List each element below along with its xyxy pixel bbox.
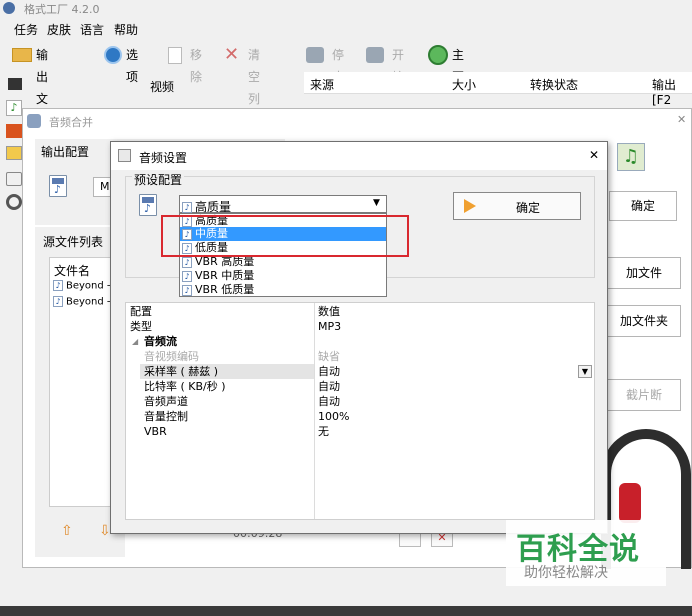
clear-x-icon: ✕: [224, 44, 240, 65]
task-list-header: 来源 大小 转换状态 输出 [F2: [304, 72, 692, 107]
rom-device-icon[interactable]: [6, 172, 22, 186]
menu-bar: 任务 皮肤 语言 帮助: [0, 18, 692, 38]
merge-window-icon: [27, 114, 41, 128]
settings-dialog-icon: [118, 149, 131, 162]
dialog-title: 音频设置: [139, 151, 188, 165]
app-logo-icon: [3, 2, 15, 14]
grid-section-row[interactable]: ◢ 音频流: [126, 334, 596, 349]
folder-icon: [12, 48, 32, 62]
picture-icon[interactable]: [6, 124, 22, 138]
menu-task[interactable]: 任务: [14, 21, 38, 38]
col-output[interactable]: 输出 [F2: [652, 76, 692, 107]
clip-button[interactable]: 截片断: [607, 379, 681, 411]
grid-row-selected[interactable]: 采样率 ( 赫兹 ) 自动 ▼: [126, 364, 596, 379]
stop-icon: [306, 47, 324, 63]
nav-video[interactable]: 视频: [150, 78, 174, 95]
home-globe-icon: [428, 45, 448, 65]
left-nav: 视频: [0, 72, 304, 102]
taskbar: [0, 606, 692, 616]
merge-close-icon[interactable]: ✕: [677, 113, 686, 126]
merge-window-title: 音频合并: [49, 116, 93, 129]
title-bar: 格式工厂 4.2.0: [0, 0, 692, 16]
options-gear-icon: [104, 46, 122, 64]
col-size[interactable]: 大小: [452, 76, 476, 93]
mp3-file-icon: [49, 175, 67, 197]
add-file-button[interactable]: 加文件: [607, 257, 681, 289]
chevron-down-icon[interactable]: ▼: [373, 198, 380, 208]
menu-language[interactable]: 语言: [80, 21, 104, 38]
watermark: 百科全说 助你轻松解决: [506, 520, 666, 586]
dropdown-option[interactable]: ♪ VBR 高质量: [180, 255, 386, 269]
merge-ok-button[interactable]: 确定: [609, 191, 677, 221]
grid-row[interactable]: 比特率 ( KB/秒 ) 自动: [126, 379, 596, 394]
annotation-highlight-box: [161, 215, 409, 257]
grid-header: 配置 数值: [130, 305, 340, 318]
dialog-close-icon[interactable]: ✕: [589, 148, 599, 162]
headphones-earpiece-icon: [619, 483, 641, 523]
window-title: 格式工厂 4.2.0: [24, 3, 100, 16]
audio-settings-dialog: 音频设置 ✕ 预设配置 ♪高质量 ▼ ♪高质量 ♪中质量 ♪低质量 ♪VBR 高…: [110, 141, 608, 534]
dialog-ok-button[interactable]: 确定: [453, 192, 581, 220]
audio-file-icon: ♪: [53, 296, 63, 307]
col-source[interactable]: 来源: [310, 76, 334, 93]
document-icon: [168, 47, 182, 64]
row-dropdown-icon[interactable]: ▼: [578, 365, 592, 378]
dropdown-option[interactable]: ♪ VBR 低质量: [180, 283, 386, 297]
arrow-right-icon: [464, 199, 476, 213]
property-grid: 配置 数值 类型 MP3 ◢ 音频流 音视频编码 缺省 采样率 ( 赫兹 ) 自动 ▼ 比特…: [125, 302, 595, 520]
audio-file-icon: ♪: [53, 280, 63, 291]
move-up-icon[interactable]: ⇧: [61, 523, 73, 539]
document-category-icon[interactable]: [6, 146, 22, 160]
audio-note-icon: ♪: [182, 270, 192, 282]
watermark-subtitle: 助你轻松解决: [524, 565, 608, 581]
output-config-label: 输出配置: [41, 145, 90, 159]
start-icon: [366, 47, 384, 63]
source-list-label: 源文件列表: [43, 235, 104, 249]
music-icon[interactable]: ♪: [6, 100, 22, 116]
menu-skin[interactable]: 皮肤: [47, 21, 71, 38]
preset-mp3-icon: [139, 194, 157, 216]
video-category-icon[interactable]: [8, 78, 22, 90]
preset-label: 预设配置: [132, 171, 185, 188]
move-down-icon[interactable]: ⇩: [99, 523, 111, 539]
grid-row[interactable]: 音频声道 自动: [126, 394, 596, 409]
grid-row[interactable]: 音量控制 100%: [126, 409, 596, 424]
menu-help[interactable]: 帮助: [114, 21, 138, 38]
dialog-title-bar: 音频设置 ✕: [111, 142, 607, 170]
collapse-triangle-icon[interactable]: ◢: [132, 334, 138, 349]
grid-row[interactable]: 类型 MP3: [126, 319, 596, 334]
utilities-gear-icon[interactable]: [6, 194, 22, 210]
dropdown-option[interactable]: ♪ VBR 中质量: [180, 269, 386, 283]
merge-title-bar: 音频合并 ✕: [23, 109, 691, 133]
list-item[interactable]: ♪ Beyond -: [53, 296, 111, 308]
audio-note-icon: ♪: [182, 256, 192, 268]
audio-note-icon: ♪: [182, 284, 192, 296]
preset-select[interactable]: ♪ 高质量 ▼: [179, 195, 387, 214]
col-status[interactable]: 转换状态: [530, 76, 578, 93]
add-folder-button[interactable]: 加文件夹: [607, 305, 681, 337]
grid-row[interactable]: VBR 无: [126, 424, 596, 439]
col-filename[interactable]: 文件名: [54, 262, 90, 279]
list-item[interactable]: ♪ Beyond -: [53, 280, 111, 292]
audio-note-icon: ♪: [182, 202, 192, 213]
grid-row[interactable]: 音视频编码 缺省: [126, 349, 596, 364]
merge-audio-logo-icon: ♫: [617, 143, 645, 171]
